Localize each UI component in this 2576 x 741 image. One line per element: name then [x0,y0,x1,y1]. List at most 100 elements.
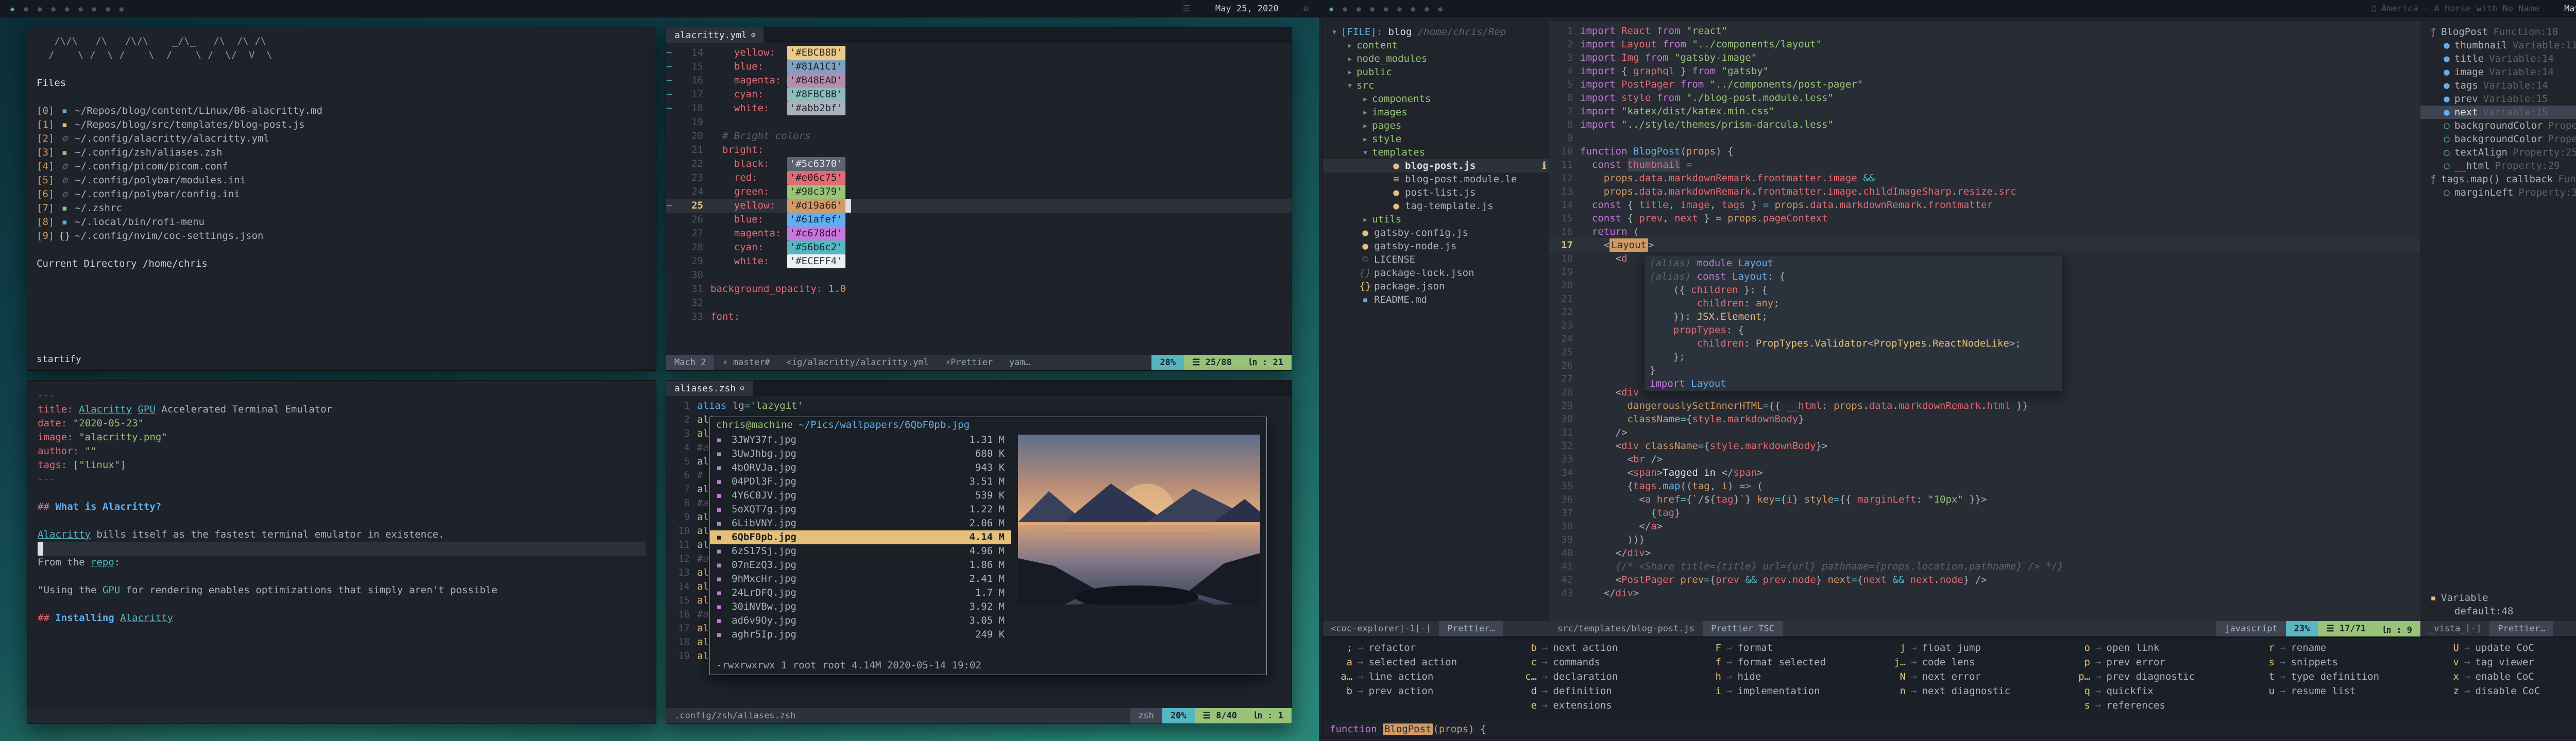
outline-item[interactable]: ●imageVariable:14 [2420,65,2576,79]
whichkey-binding[interactable]: r→rename [2257,641,2437,655]
menu-icon[interactable]: ☰ [1183,4,1191,14]
startify-entry[interactable]: [4]⚙~/.config/picom/picom.conf [37,160,647,174]
whichkey-binding[interactable]: f→format selected [1704,655,1884,669]
buffer-line[interactable]: ## Installing Alacritty [38,611,646,625]
buffer-line[interactable] [38,542,646,556]
tree-folder[interactable]: ▸components [1323,92,1549,106]
file-list-item[interactable]: ▪6QbF0pb.jpg4.14 M [710,530,1011,544]
buffer-line[interactable]: ~25 yellow: '#d19a66' [666,199,1292,213]
outline-item[interactable]: ƒtags.map() callbackFunction:35 [2420,173,2576,186]
buffer-line[interactable]: Alacritty bills itself as the fastest te… [38,528,646,542]
buffer-line[interactable]: ~15 blue: '#81A1C1' [666,60,1292,74]
whichkey-binding[interactable]: U→update CoC [2442,641,2576,655]
startify-entry[interactable]: [0]▪~/Repos/blog/content/Linux/06-alacri… [37,104,647,118]
code-line[interactable]: 36 <a href={`/${tag}`} key={i} style={{ … [1549,493,2420,506]
code-line[interactable]: 11 const thumbnail = [1549,158,2420,171]
buffer-line[interactable]: 31background_opacity: 1.0 [666,282,1292,296]
outline-item[interactable]: ○backgroundColorProperty [2420,119,2576,132]
whichkey-binding[interactable]: x→enable CoC [2442,669,2576,684]
code-line[interactable]: 9 [1549,131,2420,145]
whichkey-binding[interactable]: N→next error [1888,669,2069,684]
buffer-line[interactable]: From the repo: [38,556,646,570]
whichkey-binding[interactable]: h→hide [1704,669,1884,684]
code-line[interactable]: 8import "../style/themes/prism-darcula.l… [1549,118,2420,131]
buffer-line[interactable]: ~17 cyan: '#8FBCBB' [666,88,1292,101]
whichkey-binding[interactable]: c…→declaration [1519,669,1700,684]
code-line[interactable]: 42 <PostPager prev={prev && prev.node} n… [1549,573,2420,587]
code-line[interactable]: 33 <br /> [1549,453,2420,466]
file-list-item[interactable]: ▪3UwJhbg.jpg680 K [710,447,1011,461]
code-line[interactable]: 29 dangerouslySetInnerHTML={{ __html: pr… [1549,399,2420,412]
tree-folder[interactable]: ▸pages [1323,119,1549,132]
code-line[interactable]: 2import Layout from "../components/layou… [1549,38,2420,51]
whichkey-binding[interactable]: a→selected action [1335,655,1515,669]
tab-alacritty-yml[interactable]: alacritty.yml ⚙ [666,27,764,43]
tree-item[interactable]: {}package.json [1323,280,1549,293]
workspace-indicator[interactable]: ● [92,5,96,13]
tree-item[interactable]: ●tag-template.js [1323,199,1549,213]
buffer-line[interactable]: 26 blue: '#61afef' [666,213,1292,227]
buffer-line[interactable]: 28 cyan: '#56b6c2' [666,240,1292,254]
file-list-item[interactable]: ▪ad6v9Oy.jpg3.05 M [710,614,1011,628]
buffer-line[interactable]: --- [38,472,646,486]
whichkey-binding[interactable]: a…→line action [1335,669,1515,684]
tree-folder[interactable]: ▸style [1323,132,1549,146]
code-line[interactable]: 31 /> [1549,426,2420,439]
outline-item[interactable]: default:48 [2420,605,2576,618]
tree-folder[interactable]: ▸images [1323,106,1549,119]
outline-item[interactable]: ○backgroundColorProperty [2420,132,2576,146]
workspace-indicator[interactable]: ● [51,5,55,13]
tree-folder[interactable]: ▾src [1323,79,1549,92]
outline-item[interactable]: ○__htmlProperty:29 [2420,159,2576,173]
tree-item[interactable]: ©LICENSE [1323,253,1549,266]
whichkey-binding[interactable]: q→quickfix [2073,684,2253,698]
tree-folder[interactable]: ▾templates [1323,146,1549,159]
buffer-line[interactable]: image: "alacritty.png" [38,430,646,444]
whichkey-binding[interactable]: p…→prev diagnostic [2073,669,2253,684]
buffer-line[interactable]: "Using the GPU for rendering enables opt… [38,583,646,597]
whichkey-binding[interactable]: ;→refactor [1335,641,1515,655]
whichkey-binding[interactable]: p→prev error [2073,655,2253,669]
startify-entry[interactable]: [5]⚙~/.config/polybar/modules.ini [37,174,647,187]
workspace-indicator[interactable]: ◆ [1329,5,1333,13]
workspace-indicator[interactable]: ● [120,5,124,13]
whichkey-binding[interactable]: u→resume list [2257,684,2437,698]
outline-item[interactable]: ●titleVariable:14 [2420,52,2576,65]
outline-item[interactable]: ƒBlogPostFunction:10 [2420,25,2576,39]
code-line[interactable]: 37 {tag} [1549,506,2420,520]
outline-item[interactable]: ●prevVariable:15 [2420,92,2576,106]
startify-entry[interactable]: [7]▪~/.zshrc [37,201,647,215]
code-line[interactable]: 38 </a> [1549,520,2420,533]
startify-entry[interactable]: [2]⚙~/.config/alacritty/alacritty.yml [37,132,647,146]
buffer-line[interactable] [38,597,646,611]
buffer-line[interactable] [38,570,646,583]
whichkey-binding[interactable]: z→disable CoC [2442,684,2576,698]
workspace-indicator[interactable]: ● [1438,5,1443,13]
outline-item[interactable]: ▪Variable [2420,591,2576,605]
tree-folder[interactable]: ▸public [1323,65,1549,79]
workspace-indicator[interactable]: ● [1425,5,1429,13]
code-line[interactable]: 40 </div> [1549,546,2420,560]
file-list-item[interactable]: ▪24LrDFQ.jpg1.7 M [710,586,1011,600]
whichkey-binding[interactable]: i→implementation [1704,684,1884,698]
outline-item[interactable]: ●tagsVariable:14 [2420,79,2576,92]
tree-item[interactable]: ●gatsby-config.js [1323,226,1549,239]
whichkey-binding[interactable]: o→open link [2073,641,2253,655]
tree-folder[interactable]: ▸utils [1323,213,1549,226]
tree-folder[interactable]: ▸content [1323,39,1549,52]
file-list-item[interactable]: ▪07nEzQ3.jpg1.86 M [710,558,1011,572]
file-list-item[interactable]: ▪4Y6C0JV.jpg539 K [710,489,1011,503]
buffer-line[interactable]: 24 green: '#98c379' [666,185,1292,199]
workspace-indicator[interactable]: ● [65,5,69,13]
buffer-line[interactable]: 1alias lg='lazygit' [666,399,1292,413]
code-line[interactable]: 12 props.data.markdownRemark.frontmatter… [1549,171,2420,185]
workspace-indicator[interactable]: ● [24,5,28,13]
tree-item[interactable]: ●post-list.js [1323,186,1549,199]
now-playing[interactable]: ♫ America - A Horse with No Name [2371,4,2540,14]
buffer-line[interactable]: 33font: [666,310,1292,324]
file-list-item[interactable]: ▪04PDl3F.jpg3.51 M [710,475,1011,489]
buffer-line[interactable]: author: "" [38,444,646,458]
buffer-line[interactable] [38,514,646,528]
outline-item[interactable]: ○textAlignProperty:25 [2420,146,2576,159]
code-line[interactable]: 30 className={style.markdownBody} [1549,412,2420,426]
